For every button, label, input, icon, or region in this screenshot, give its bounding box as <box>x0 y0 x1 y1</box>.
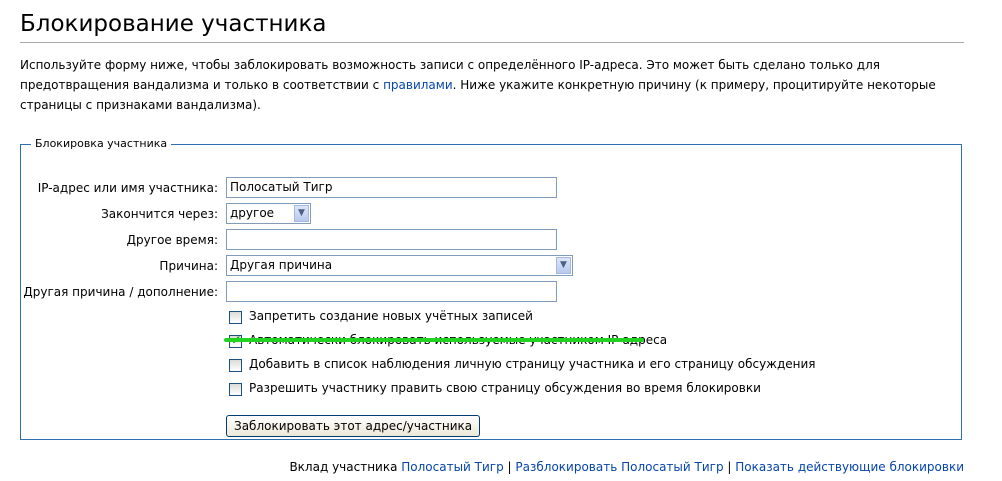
checkbox-watch-user[interactable] <box>229 359 242 372</box>
block-submit-button[interactable]: Заблокировать этот адрес/участника <box>226 415 481 437</box>
unblock-link[interactable]: Разблокировать Полосатый Тигр <box>515 460 723 474</box>
checkbox-label-watch-user: Добавить в список наблюдения личную стра… <box>249 357 816 371</box>
checkbox-label-no-create-account: Запретить создание новых учётных записей <box>249 309 533 323</box>
contrib-user-link[interactable]: Полосатый Тигр <box>401 460 503 474</box>
block-list-link[interactable]: Показать действующие блокировки <box>735 460 964 474</box>
expiry-label: Закончится через: <box>101 207 218 221</box>
highlight-underline <box>224 338 644 342</box>
checkbox-no-create-account[interactable] <box>229 311 242 324</box>
ip-input[interactable]: Полосатый Тигр <box>226 177 557 198</box>
page-title: Блокирование участника <box>20 8 964 43</box>
contrib-prefix: Вклад участника <box>289 460 402 474</box>
footer-links: Вклад участника Полосатый Тигр | Разблок… <box>289 460 964 474</box>
other-time-input[interactable] <box>226 229 557 250</box>
separator: | <box>503 460 516 474</box>
reason-label: Причина: <box>159 259 218 273</box>
expiry-select[interactable]: другое ▼ <box>226 203 311 224</box>
other-reason-label: Другая причина / дополнение: <box>23 285 218 299</box>
chevron-down-icon[interactable]: ▼ <box>294 205 309 222</box>
separator: | <box>723 460 736 474</box>
checkbox-label-allow-usertalk: Разрешить участнику править свою страниц… <box>249 381 761 395</box>
rules-link[interactable]: правилами <box>383 78 453 92</box>
block-user-fieldset: Блокировка участника IP-адрес или имя уч… <box>20 137 962 440</box>
intro-text: Используйте форму ниже, чтобы заблокиров… <box>20 55 950 115</box>
reason-select[interactable]: Другая причина ▼ <box>226 255 573 276</box>
fieldset-legend: Блокировка участника <box>35 137 168 150</box>
other-time-label: Другое время: <box>126 233 218 247</box>
chevron-down-icon[interactable]: ▼ <box>556 257 571 274</box>
expiry-select-value: другое <box>230 206 275 220</box>
ip-label: IP-адрес или имя участника: <box>37 181 218 195</box>
checkbox-allow-usertalk[interactable] <box>229 383 242 396</box>
other-reason-input[interactable] <box>226 281 557 302</box>
reason-select-value: Другая причина <box>230 258 333 272</box>
